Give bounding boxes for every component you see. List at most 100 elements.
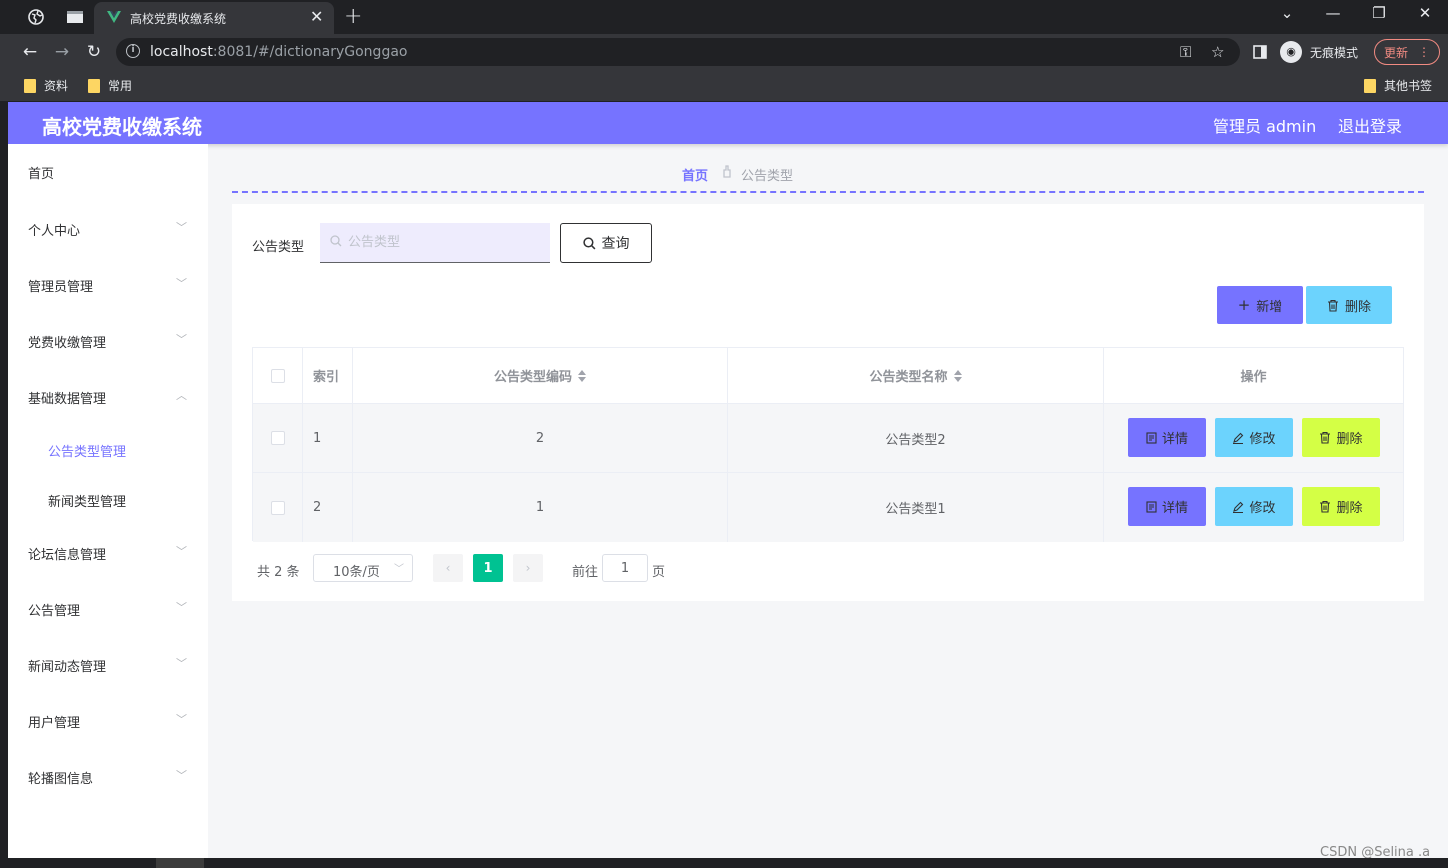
sidebar-item-notice[interactable]: 公告管理 ﹀ <box>8 581 208 637</box>
search-input[interactable] <box>348 232 538 252</box>
address-bar[interactable]: i localhost:8081/#/dictionaryGonggao ⚿ ☆ <box>116 38 1240 66</box>
actions-cell: 详情 修改 删除 <box>1104 473 1403 542</box>
row-checkbox[interactable] <box>270 500 285 515</box>
new-tab-icon[interactable]: + <box>344 4 362 29</box>
chevron-down-icon: ﹀ <box>176 657 187 670</box>
vue-logo-icon <box>107 11 121 23</box>
incognito-indicator[interactable]: ◉ 无痕模式 <box>1280 39 1358 65</box>
document-icon <box>1146 500 1157 513</box>
sidebar-item-base-data[interactable]: 基础数据管理 ︿ <box>8 369 208 425</box>
window-tab-icon[interactable] <box>64 6 86 28</box>
sidebar-item-users[interactable]: 用户管理 ﹀ <box>8 693 208 749</box>
taskbar-item[interactable] <box>156 858 204 868</box>
sidebar-subitem-notice-type[interactable]: 公告类型管理 <box>8 425 208 475</box>
sidebar-item-forum[interactable]: 论坛信息管理 ﹀ <box>8 525 208 581</box>
edit-button[interactable]: 修改 <box>1215 487 1293 526</box>
detail-label: 详情 <box>1161 432 1188 447</box>
search-field[interactable] <box>320 223 550 263</box>
reload-icon[interactable]: ↻ <box>82 40 106 64</box>
sidebar-item-carousel[interactable]: 轮播图信息 ﹀ <box>8 749 208 805</box>
header-actions: 操作 <box>1104 348 1403 403</box>
add-button-label: 新增 <box>1256 299 1283 315</box>
header-name[interactable]: 公告类型名称 <box>728 348 1104 403</box>
bookmark-folder-changyong[interactable]: 常用 <box>88 77 132 94</box>
code-cell: 2 <box>353 404 728 472</box>
edit-label: 修改 <box>1249 501 1276 516</box>
add-button[interactable]: + 新增 <box>1217 286 1303 324</box>
sidebar-item-profile[interactable]: 个人中心 ﹀ <box>8 201 208 257</box>
edit-button[interactable]: 修改 <box>1215 418 1293 457</box>
row-checkbox[interactable] <box>270 431 285 445</box>
name-cell: 公告类型1 <box>728 473 1104 542</box>
detail-button[interactable]: 详情 <box>1128 418 1206 457</box>
page-number-current[interactable]: 1 <box>473 554 503 582</box>
sort-icon[interactable] <box>578 369 586 382</box>
sidebar-menu: 首页 个人中心 ﹀ 管理员管理 ﹀ 党费收缴管理 ﹀ 基础数据管理 ︿ 公告类型… <box>8 144 208 858</box>
delete-button[interactable]: 删除 <box>1302 487 1380 526</box>
query-button[interactable]: 查询 <box>560 223 652 263</box>
url-host: localhost <box>150 44 213 60</box>
goto-page-input[interactable] <box>602 554 648 582</box>
sidebar-item-dues[interactable]: 党费收缴管理 ﹀ <box>8 313 208 369</box>
sidebar-subitem-news-type[interactable]: 新闻类型管理 <box>8 475 208 525</box>
row-select-cell <box>253 473 303 542</box>
minimize-icon[interactable]: — <box>1318 4 1348 22</box>
next-page-button[interactable]: › <box>513 554 543 582</box>
select-all-checkbox[interactable] <box>270 368 285 383</box>
other-bookmarks[interactable]: 其他书签 <box>1364 77 1432 94</box>
delete-label: 删除 <box>1336 432 1363 447</box>
chevron-right-icon: › <box>525 561 531 575</box>
back-icon[interactable]: ← <box>18 40 42 64</box>
sidebar-item-news[interactable]: 新闻动态管理 ﹀ <box>8 637 208 693</box>
edit-icon <box>1233 432 1244 444</box>
window-close-icon[interactable]: ✕ <box>1410 4 1440 22</box>
sidebar-item-home[interactable]: 首页 <box>8 144 208 200</box>
breadcrumb-separator-icon <box>721 164 733 181</box>
breadcrumb-home[interactable]: 首页 <box>682 165 708 184</box>
incognito-label: 无痕模式 <box>1310 45 1359 60</box>
key-icon[interactable]: ⚿ <box>1180 43 1191 61</box>
site-info-icon[interactable]: i <box>126 44 140 58</box>
name-cell: 公告类型2 <box>728 404 1104 472</box>
detail-label: 详情 <box>1161 501 1188 516</box>
logout-link[interactable]: 退出登录 <box>1338 113 1402 137</box>
side-panel-icon[interactable] <box>1248 40 1272 64</box>
delete-button[interactable]: 删除 <box>1302 418 1380 457</box>
chevron-left-icon: ‹ <box>445 561 451 575</box>
url-path: :8081/#/dictionaryGonggao <box>212 44 408 60</box>
document-icon <box>1146 431 1157 444</box>
globe-icon[interactable] <box>25 6 47 28</box>
header-code[interactable]: 公告类型编码 <box>353 348 728 403</box>
search-label: 公告类型 <box>252 240 305 255</box>
bookmark-folder-ziliao[interactable]: 资料 <box>24 77 68 94</box>
sidebar-item-label: 个人中心 <box>28 224 81 239</box>
forward-icon[interactable]: → <box>50 40 74 64</box>
bookmark-label: 资料 <box>44 79 69 93</box>
active-browser-tab[interactable]: 高校党费收缴系统 ✕ <box>94 2 334 34</box>
update-label: 更新 <box>1383 45 1408 60</box>
sidebar-item-admins[interactable]: 管理员管理 ﹀ <box>8 257 208 313</box>
folder-icon <box>88 78 100 93</box>
detail-button[interactable]: 详情 <box>1128 487 1206 526</box>
sort-icon[interactable] <box>953 369 962 382</box>
bookmarks-bar: 资料 常用 其他书签 <box>0 70 1448 102</box>
url-text: localhost:8081/#/dictionaryGonggao <box>150 44 407 60</box>
search-icon <box>330 235 342 247</box>
browser-toolbar: ← → ↻ i localhost:8081/#/dictionaryGongg… <box>0 34 1448 70</box>
index-cell: 2 <box>303 473 353 542</box>
bookmark-star-icon[interactable]: ☆ <box>1211 43 1224 61</box>
page-size-select[interactable]: 10条/页 ﹀ <box>313 554 413 582</box>
restore-icon[interactable]: ❐ <box>1364 4 1394 22</box>
prev-page-button[interactable]: ‹ <box>433 554 463 582</box>
content-panel: 公告类型 查询 + 新增 删除 索引 <box>232 204 1424 601</box>
tab-search-icon[interactable]: ⌄ <box>1272 4 1302 22</box>
actions-cell: 详情 修改 删除 <box>1104 404 1403 472</box>
index-cell: 1 <box>303 404 353 472</box>
folder-icon <box>24 78 36 93</box>
update-button[interactable]: 更新 ⋮ <box>1374 39 1440 65</box>
sidebar-item-label: 公告管理 <box>28 604 81 619</box>
pagination-total: 共 2 条 <box>257 565 300 580</box>
batch-delete-button[interactable]: 删除 <box>1306 286 1392 324</box>
chevron-down-icon: ﹀ <box>394 564 404 575</box>
tab-close-icon[interactable]: ✕ <box>310 7 323 26</box>
